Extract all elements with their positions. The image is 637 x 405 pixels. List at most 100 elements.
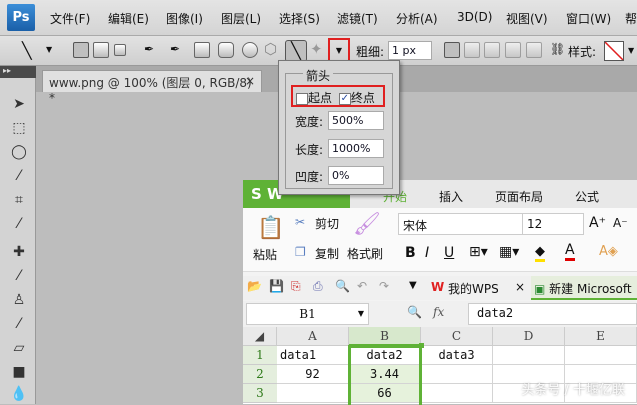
formula-input[interactable]: data2 xyxy=(468,303,637,325)
fill-handle[interactable] xyxy=(419,343,424,348)
redo-icon[interactable]: ↷ xyxy=(379,279,389,293)
menu-window[interactable]: 窗口(W) xyxy=(566,10,611,27)
custom-shape-icon[interactable]: ✦ xyxy=(310,40,323,58)
cell-c1[interactable]: data3 xyxy=(421,346,493,365)
row-header-3[interactable]: 3 xyxy=(243,384,277,403)
column-header-d[interactable]: D xyxy=(493,327,565,346)
merge-cells-icon[interactable]: ▦▾ xyxy=(499,244,519,260)
doc-tab-my-wps[interactable]: 我的WPS xyxy=(448,280,499,297)
add-shape-icon[interactable] xyxy=(464,42,480,58)
undo-icon[interactable]: ↶ xyxy=(357,279,367,293)
menu-help[interactable]: 帮 xyxy=(625,10,637,27)
ellipse-icon[interactable] xyxy=(242,42,258,58)
zoom-formula-icon[interactable]: 🔍 xyxy=(407,305,422,319)
freeform-pen-icon[interactable]: ✒ xyxy=(170,42,180,56)
healing-brush-tool-icon[interactable]: ✚ xyxy=(10,244,28,262)
gradient-tool-icon[interactable]: ■ xyxy=(10,364,28,382)
copy-icon[interactable]: ❐ xyxy=(295,245,306,259)
rectangle-icon[interactable] xyxy=(194,42,210,58)
polygon-icon[interactable]: ⬡ xyxy=(264,40,277,58)
menu-select[interactable]: 选择(S) xyxy=(279,10,320,27)
tab-page-layout[interactable]: 页面布局 xyxy=(495,188,543,205)
start-label[interactable]: 起点 xyxy=(308,91,332,105)
borders-icon[interactable]: ⊞▾ xyxy=(469,244,488,260)
history-brush-tool-icon[interactable]: ⁄ xyxy=(10,316,28,334)
save-icon[interactable]: 💾 xyxy=(269,279,284,293)
magic-wand-tool-icon[interactable]: ⁄ xyxy=(10,168,28,186)
menu-layer[interactable]: 图层(L) xyxy=(221,10,261,27)
eyedropper-tool-icon[interactable]: ⁄ xyxy=(10,216,28,234)
italic-button[interactable]: I xyxy=(425,245,429,261)
cell-a2[interactable]: 92 xyxy=(277,365,349,384)
document-tab[interactable]: www.png @ 100% (图层 0, RGB/8) * × xyxy=(42,70,262,105)
style-dropdown-icon[interactable]: ▼ xyxy=(628,46,634,55)
menu-file[interactable]: 文件(F) xyxy=(50,10,90,27)
concavity-input[interactable]: 0% xyxy=(328,166,384,185)
cut-icon[interactable]: ✂ xyxy=(295,215,305,229)
menu-image[interactable]: 图像(I) xyxy=(166,10,203,27)
cell-d1[interactable] xyxy=(493,346,565,365)
paths-icon[interactable] xyxy=(93,42,109,58)
marquee-tool-icon[interactable]: ⬚ xyxy=(10,120,28,138)
paste-icon[interactable]: 📋 xyxy=(257,216,284,241)
cut-button[interactable]: 剪切 xyxy=(315,215,339,232)
format-painter-icon[interactable]: 🖌 xyxy=(353,212,381,237)
pen-icon[interactable]: ✒ xyxy=(144,42,154,56)
fill-pixels-icon[interactable] xyxy=(114,44,126,56)
name-box-dropdown-icon[interactable]: ▼ xyxy=(358,304,364,324)
style-picker[interactable] xyxy=(604,41,624,61)
width-input[interactable]: 500% xyxy=(328,111,384,130)
tab-insert[interactable]: 插入 xyxy=(439,188,463,205)
paste-button[interactable]: 粘贴 xyxy=(253,246,277,263)
new-shape-layer-icon[interactable] xyxy=(444,42,460,58)
fill-color-icon[interactable]: ◆ xyxy=(535,244,545,262)
cell-e1[interactable] xyxy=(565,346,637,365)
font-family-select[interactable]: 宋体 xyxy=(398,213,524,235)
column-header-c[interactable]: C xyxy=(421,327,493,346)
cell-a1[interactable]: data1 xyxy=(277,346,349,365)
menu-analysis[interactable]: 分析(A) xyxy=(396,10,438,27)
shape-layers-icon[interactable] xyxy=(73,42,89,58)
clear-format-icon[interactable]: A◈ xyxy=(599,244,618,259)
eraser-tool-icon[interactable]: ▱ xyxy=(10,340,28,358)
start-checkbox[interactable] xyxy=(296,92,308,105)
cell-a3[interactable] xyxy=(277,384,349,403)
link-icon[interactable]: ⛓ xyxy=(550,42,565,56)
doc-tab-new-workbook[interactable]: ▣ 新建 Microsoft xyxy=(531,276,637,300)
select-all-corner[interactable]: ◢ xyxy=(243,327,277,346)
cell-c3[interactable] xyxy=(421,384,493,403)
export-pdf-icon[interactable]: ⎘ xyxy=(291,279,301,294)
weight-input[interactable]: 1 px xyxy=(388,41,432,60)
bold-button[interactable]: B xyxy=(405,245,416,261)
length-input[interactable]: 1000% xyxy=(328,139,384,158)
font-color-icon[interactable]: A xyxy=(565,242,575,261)
underline-button[interactable]: U xyxy=(444,245,454,261)
row-header-2[interactable]: 2 xyxy=(243,365,277,384)
menu-filter[interactable]: 滤镜(T) xyxy=(337,10,378,27)
column-header-e[interactable]: E xyxy=(565,327,637,346)
end-checkbox[interactable]: ✓ xyxy=(338,92,351,105)
crop-tool-icon[interactable]: ⌗ xyxy=(10,192,28,210)
clone-stamp-tool-icon[interactable]: ♙ xyxy=(10,292,28,310)
move-tool-icon[interactable]: ➤ xyxy=(10,96,28,114)
print-preview-icon[interactable]: 🔍 xyxy=(335,279,350,293)
row-header-1[interactable]: 1 xyxy=(243,346,277,365)
end-label[interactable]: 终点 xyxy=(351,91,375,105)
line-shape-icon[interactable]: ╲ xyxy=(285,40,307,62)
rounded-rectangle-icon[interactable] xyxy=(218,42,234,58)
copy-button[interactable]: 复制 xyxy=(315,245,339,262)
increase-font-icon[interactable]: A⁺ xyxy=(589,215,606,231)
decrease-font-icon[interactable]: A⁻ xyxy=(613,216,628,230)
exclude-shape-icon[interactable] xyxy=(526,42,542,58)
tool-preset-dropdown-icon[interactable]: ▼ xyxy=(46,45,52,54)
menu-view[interactable]: 视图(V) xyxy=(506,10,548,27)
insert-function-button[interactable]: fx xyxy=(433,305,444,319)
close-document-icon[interactable]: × xyxy=(245,74,255,88)
print-icon[interactable]: ⎙ xyxy=(313,279,323,294)
column-header-b[interactable]: B xyxy=(349,327,421,346)
format-painter-button[interactable]: 格式刷 xyxy=(347,245,383,262)
open-icon[interactable]: 📂 xyxy=(247,279,262,293)
menu-edit[interactable]: 编辑(E) xyxy=(108,10,149,27)
subtract-shape-icon[interactable] xyxy=(484,42,500,58)
lasso-tool-icon[interactable]: ◯ xyxy=(10,144,28,162)
